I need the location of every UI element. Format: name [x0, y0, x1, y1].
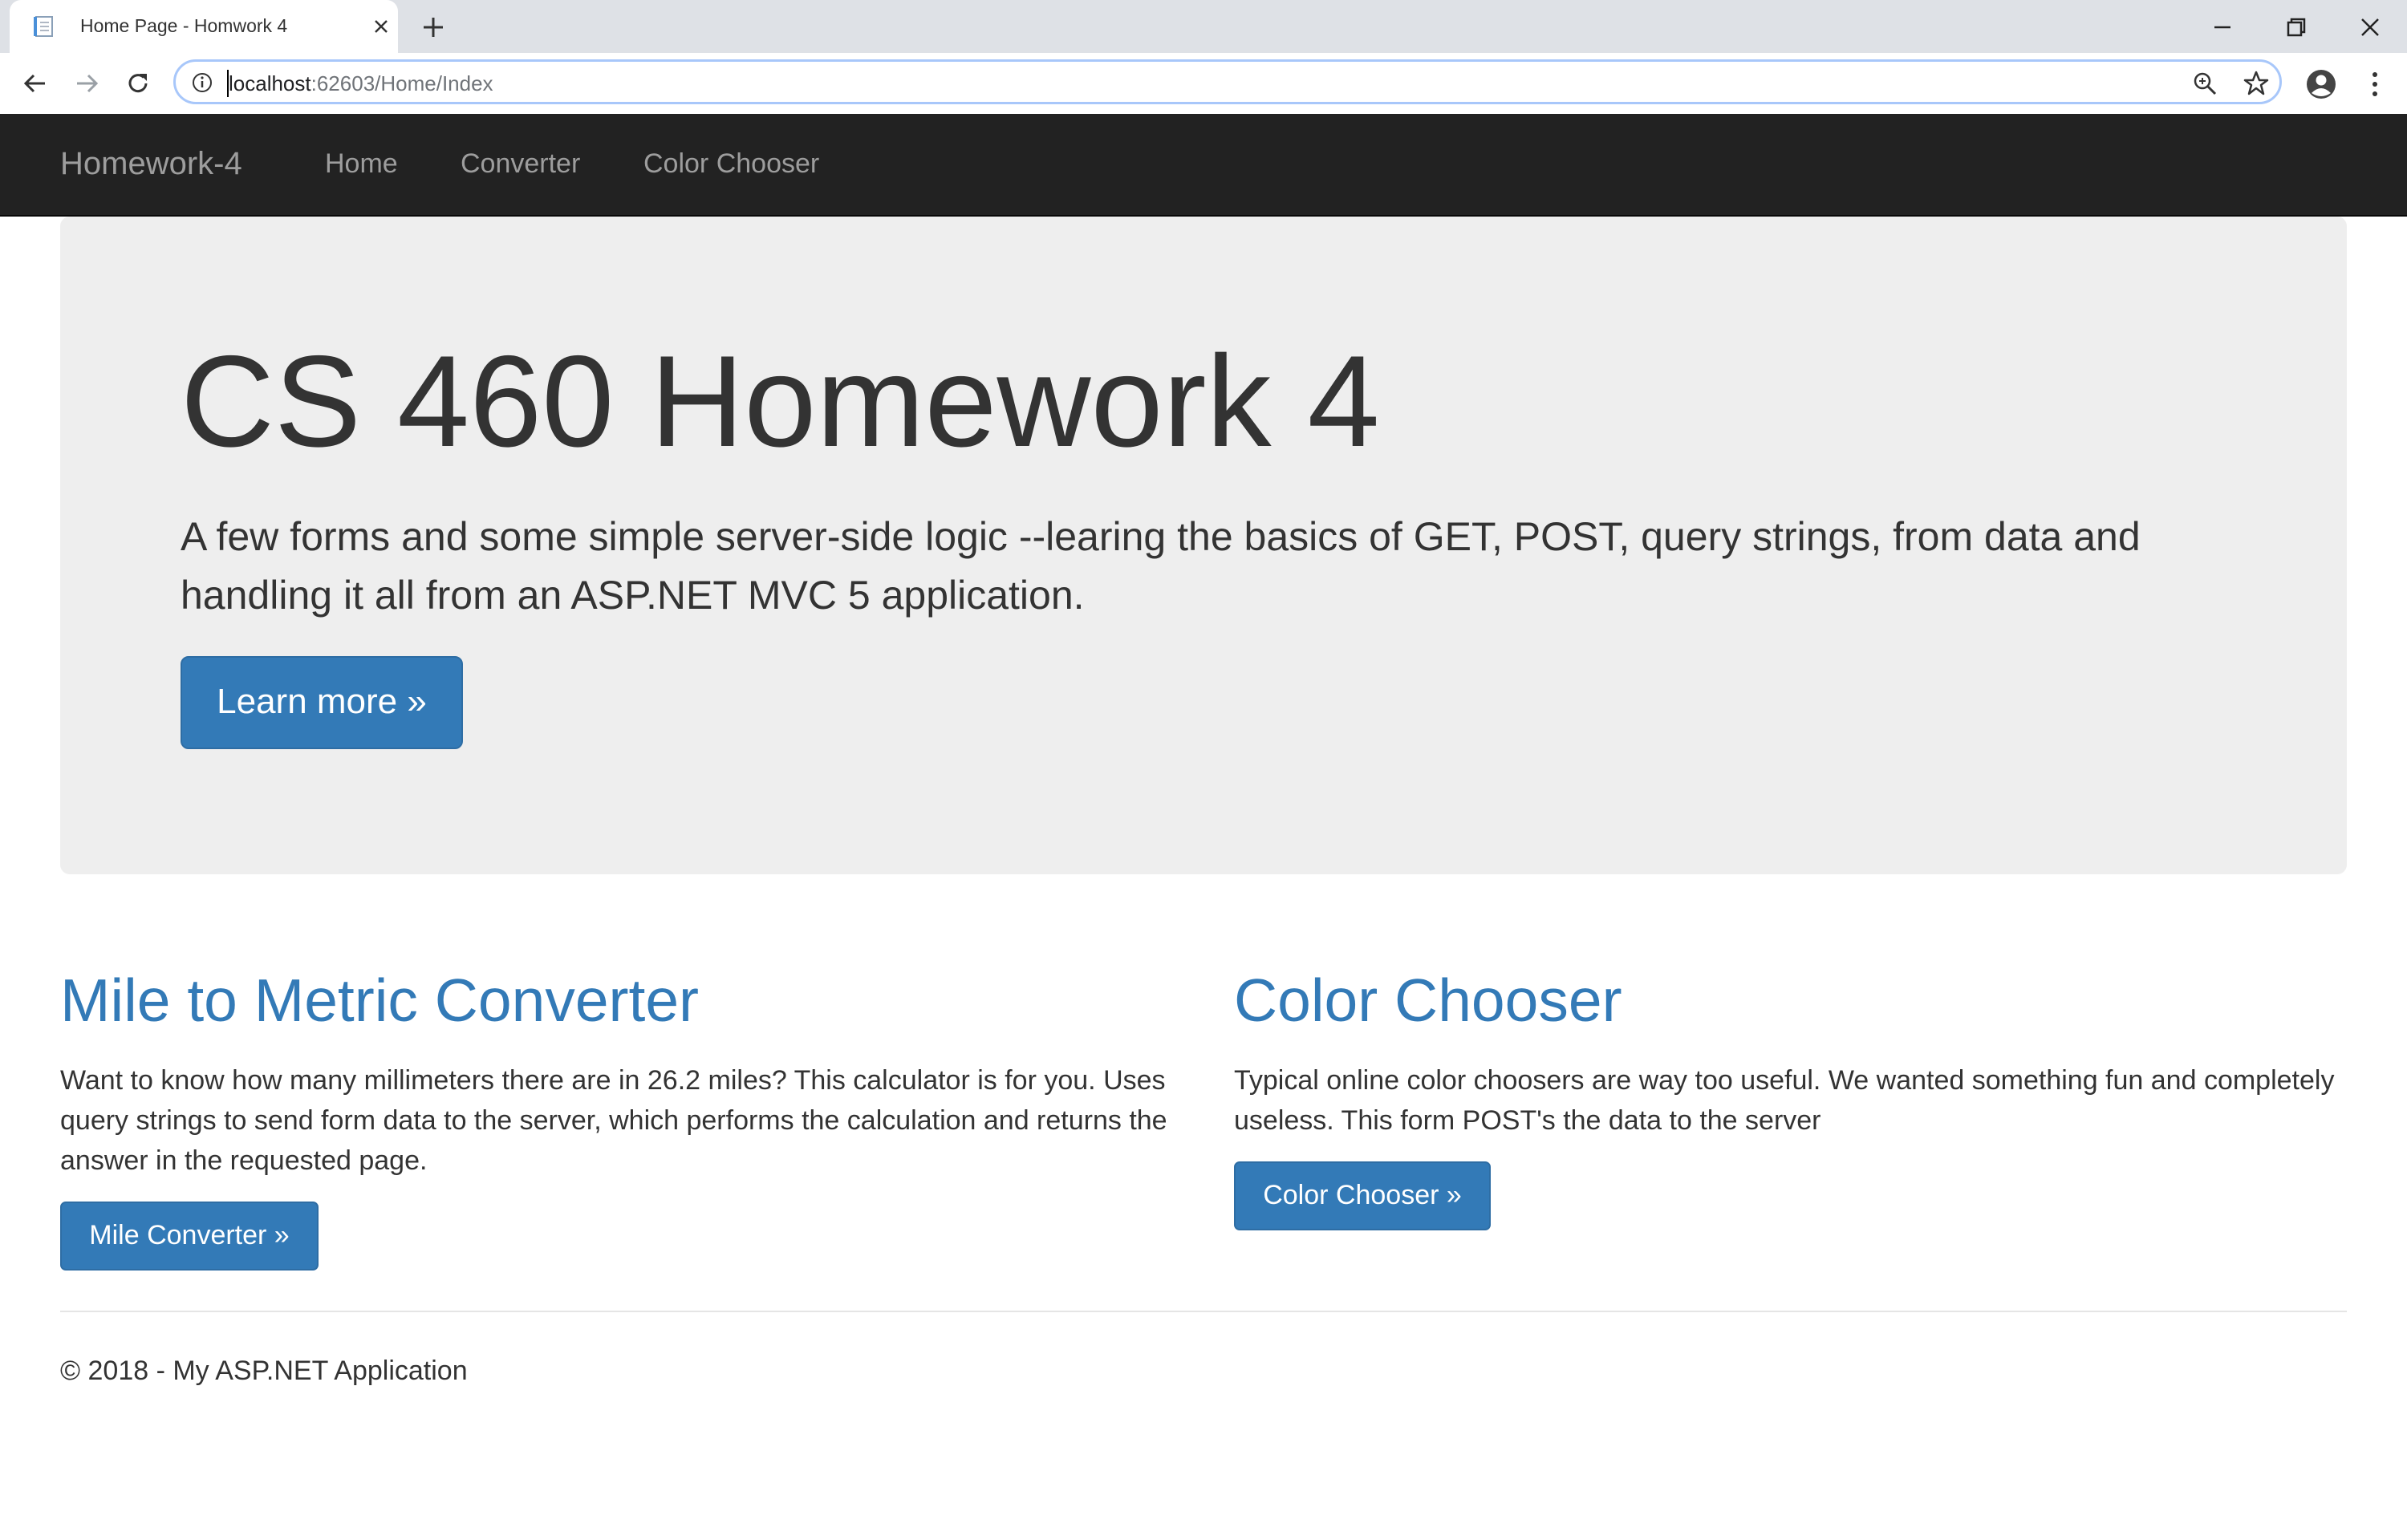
tab-title: Home Page - Homwork 4	[80, 15, 288, 36]
nav-link-color-chooser[interactable]: Color Chooser	[643, 148, 819, 180]
minimize-icon[interactable]	[2206, 11, 2239, 43]
bookmark-star-icon[interactable]	[2243, 70, 2270, 97]
site-info-icon[interactable]	[190, 71, 214, 95]
color-chooser-heading: Color Chooser	[1234, 967, 1622, 1034]
navbar-brand[interactable]: Homework-4	[60, 146, 242, 182]
jumbotron: CS 460 Homework 4 A few forms and some s…	[60, 217, 2347, 874]
reload-icon[interactable]	[120, 66, 156, 101]
restore-window-icon[interactable]	[2280, 11, 2312, 43]
page-title: CS 460 Homework 4	[181, 329, 1380, 474]
close-tab-icon[interactable]	[369, 14, 393, 38]
new-tab-plus-icon[interactable]	[417, 11, 449, 43]
browser-tab-active[interactable]: Home Page - Homwork 4	[10, 0, 398, 53]
browser-menu-icon[interactable]	[2359, 67, 2391, 101]
page-favicon-icon	[34, 16, 53, 37]
color-chooser-description: Typical online color choosers are way to…	[1234, 1065, 2335, 1136]
forward-arrow-icon[interactable]	[69, 66, 104, 101]
mile-converter-button[interactable]: Mile Converter »	[60, 1202, 319, 1270]
browser-tab-strip: Home Page - Homwork 4	[0, 0, 2407, 53]
back-arrow-icon[interactable]	[18, 66, 53, 101]
close-window-icon[interactable]	[2354, 11, 2386, 43]
learn-more-button[interactable]: Learn more »	[181, 656, 463, 749]
footer-divider	[60, 1311, 2347, 1312]
browser-toolbar: localhost:62603/Home/Index	[0, 53, 2407, 116]
profile-avatar-icon[interactable]	[2304, 67, 2338, 101]
site-navbar: Homework-4 Home Converter Color Chooser	[0, 114, 2407, 217]
converter-description: Want to know how many millimeters there …	[60, 1065, 1167, 1176]
jumbotron-lead: A few forms and some simple server-side …	[181, 514, 2141, 618]
address-bar[interactable]: localhost:62603/Home/Index	[173, 59, 2282, 104]
color-chooser-button[interactable]: Color Chooser »	[1234, 1161, 1491, 1230]
footer-text: © 2018 - My ASP.NET Application	[60, 1356, 468, 1386]
converter-heading: Mile to Metric Converter	[60, 967, 700, 1034]
url-host: localhost	[229, 71, 311, 95]
url-path: :62603/Home/Index	[311, 71, 493, 95]
zoom-icon[interactable]	[2191, 70, 2218, 97]
nav-link-converter[interactable]: Converter	[461, 148, 580, 180]
url-text[interactable]: localhost:62603/Home/Index	[229, 71, 493, 96]
nav-link-home[interactable]: Home	[325, 148, 398, 180]
